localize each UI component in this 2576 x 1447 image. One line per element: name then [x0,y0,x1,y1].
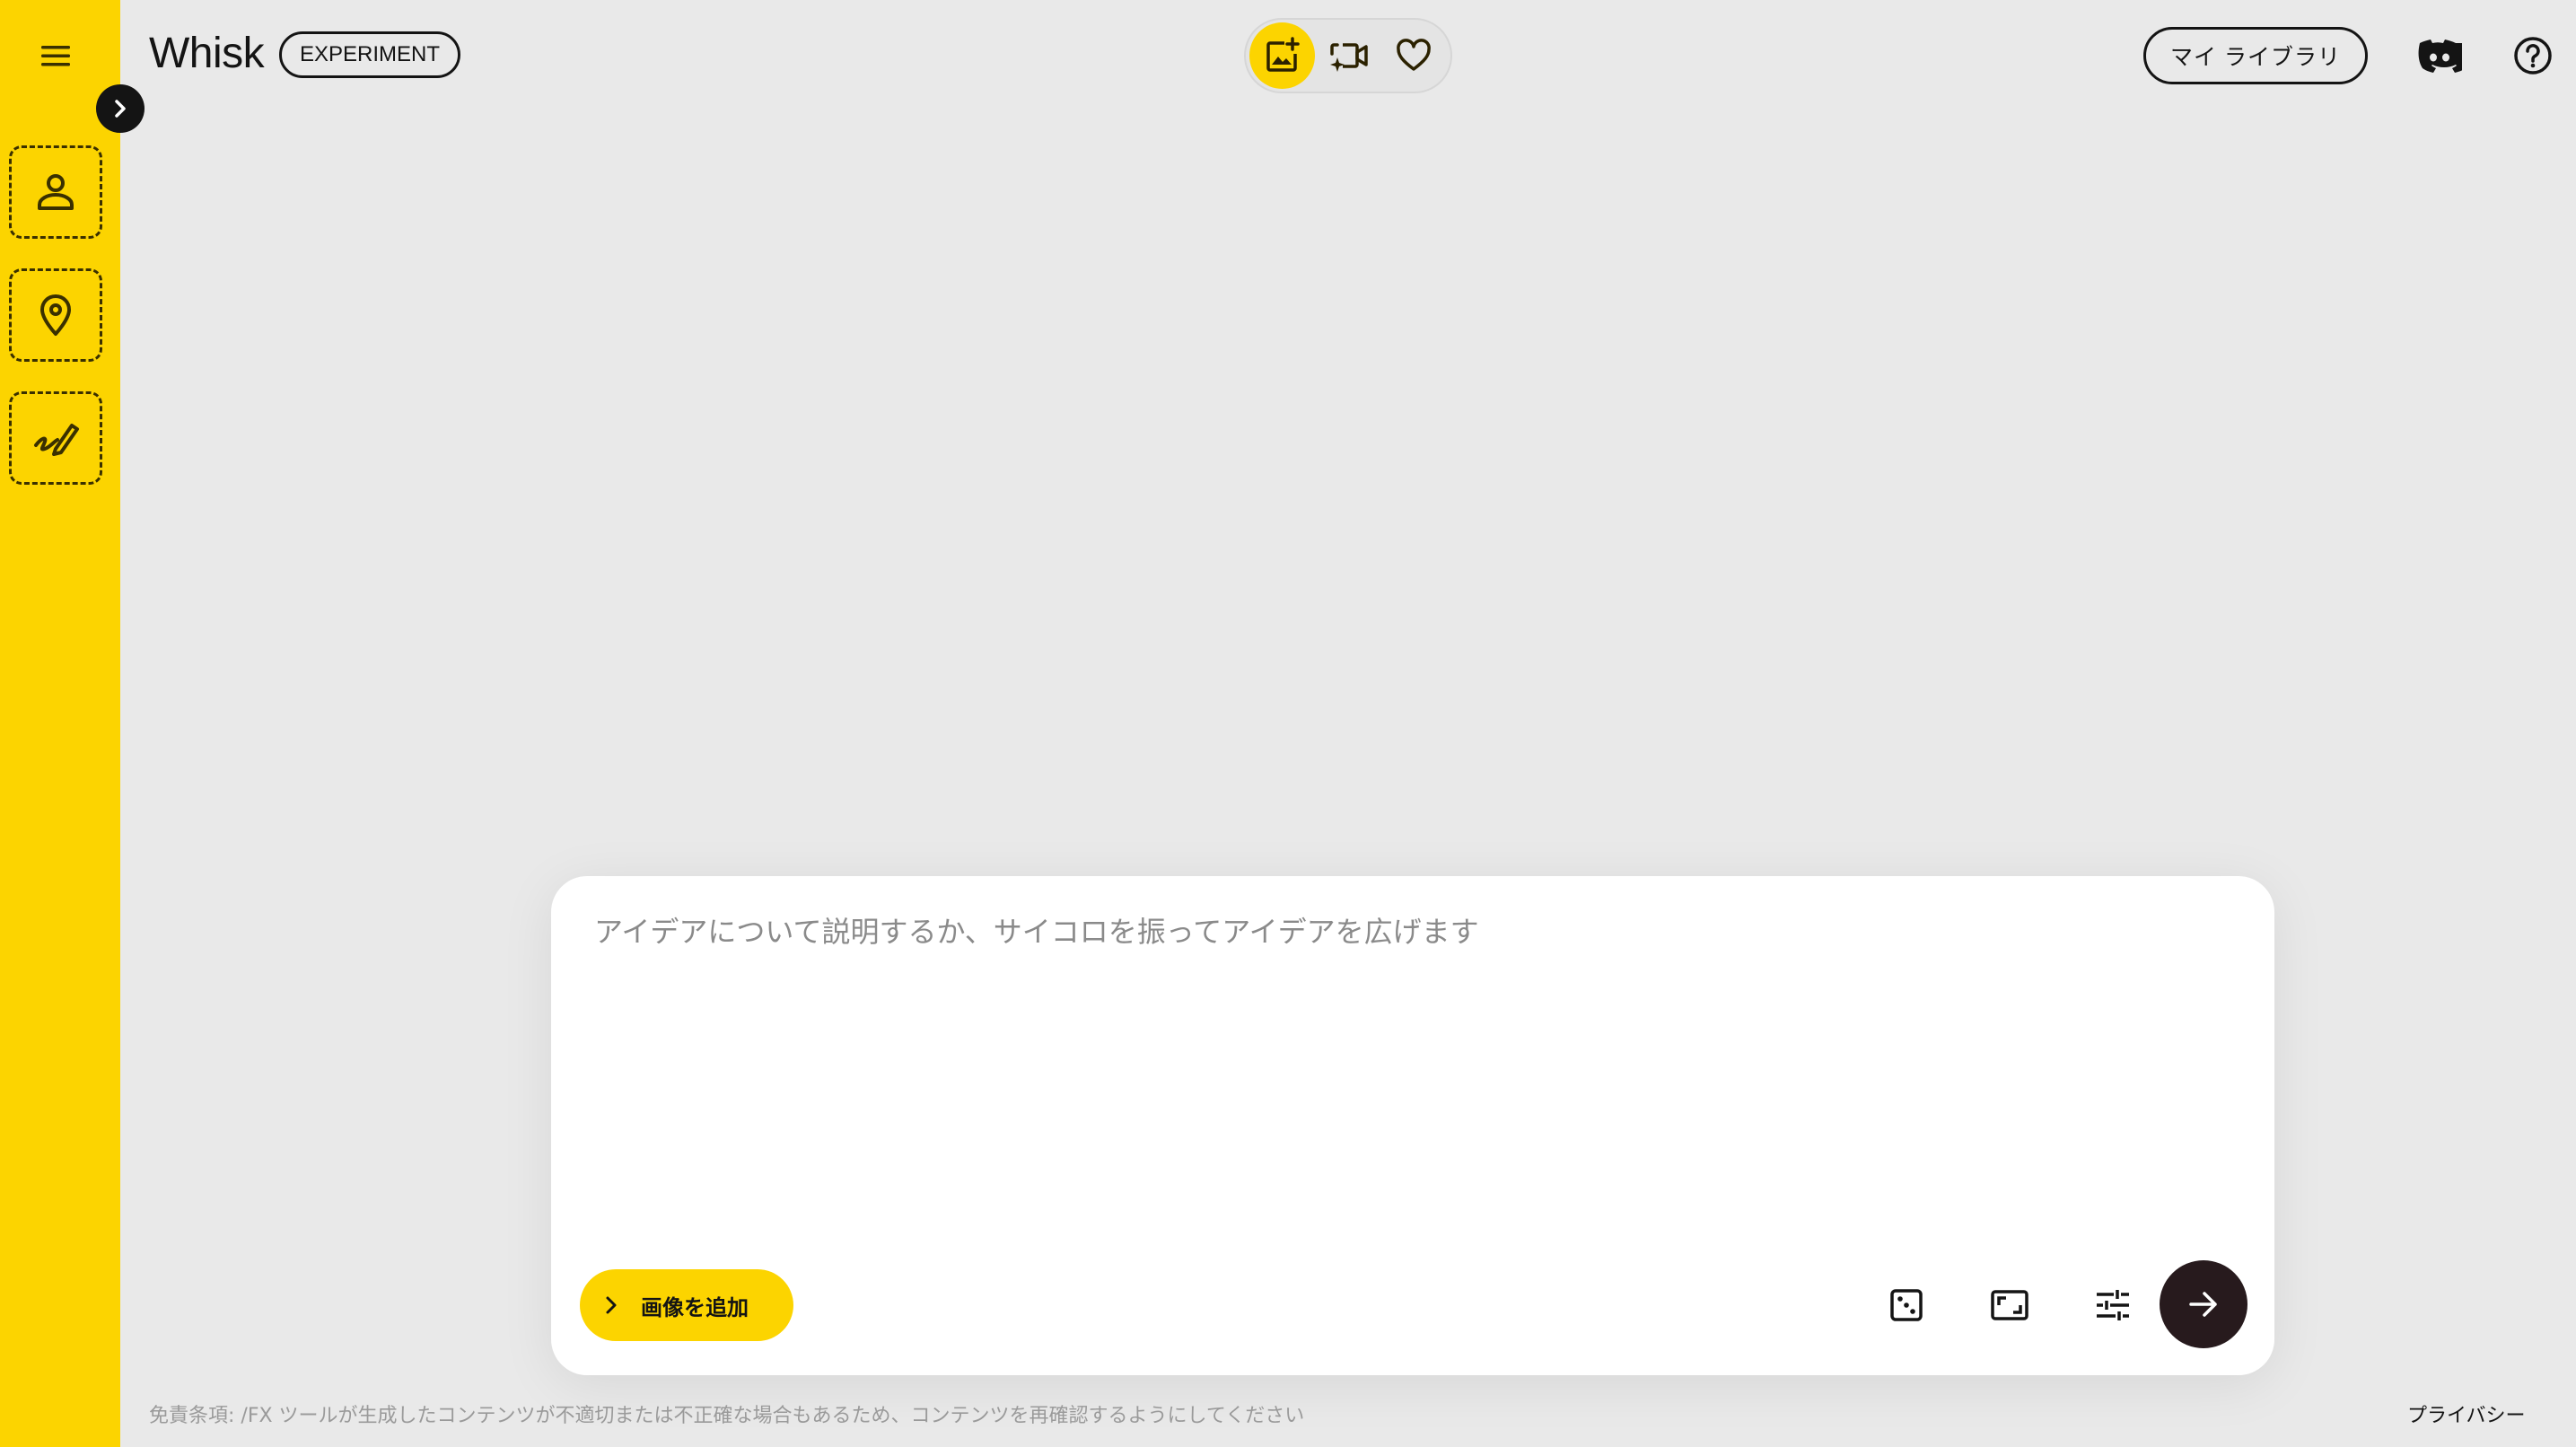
expand-sidebar-button[interactable] [96,84,145,133]
style-slot[interactable] [9,391,102,485]
arrow-right-icon [2189,1292,2217,1317]
subject-slot[interactable] [9,145,102,239]
sidebar [0,0,120,1447]
video-mode-button[interactable] [1315,22,1380,89]
image-sparkle-icon [1266,37,1300,72]
image-mode-button[interactable] [1249,22,1316,89]
video-sparkle-icon [1329,43,1368,72]
my-library-button[interactable]: マイ ライブラリ [2143,27,2368,84]
prompt-input[interactable] [594,912,2228,1235]
heart-icon [1397,39,1432,71]
chevron-right-icon [115,100,126,118]
add-image-label: 画像を追加 [641,1295,749,1320]
discord-button[interactable] [2413,29,2466,83]
scene-slot[interactable] [9,268,102,362]
app-title: Whisk [149,30,265,77]
help-circle-icon [2514,37,2552,75]
prompt-card: 画像を追加 [551,876,2274,1375]
menu-button[interactable] [29,29,83,83]
disclaimer-text: 免責条項: /FX ツールが生成したコンテンツが不適切または不正確な場合もあるた… [149,1405,1305,1427]
aspect-ratio-icon [1991,1290,2028,1320]
settings-button[interactable] [2084,1276,2142,1334]
aspect-ratio-button[interactable] [1981,1276,2038,1334]
discord-icon [2418,39,2462,73]
app-root: Whisk EXPERIMENT マイ ライブラリ アイデアについて説明するか、… [0,0,2576,1447]
mode-switch [1244,18,1452,93]
tune-sliders-icon [2097,1290,2129,1320]
submit-button[interactable] [2160,1260,2247,1348]
brush-stroke-icon [34,424,79,456]
randomize-button[interactable] [1878,1276,1935,1334]
add-image-button[interactable]: 画像を追加 [580,1269,793,1341]
hamburger-menu-icon [41,46,70,66]
privacy-link[interactable]: プライバシー [2407,1402,2526,1431]
dice-icon [1890,1289,1923,1321]
experiment-badge: EXPERIMENT [279,31,461,78]
person-icon [38,174,74,210]
favorites-button[interactable] [1381,22,1447,89]
help-button[interactable] [2506,29,2560,83]
location-pin-icon [40,294,71,336]
chevron-right-icon [606,1296,617,1314]
